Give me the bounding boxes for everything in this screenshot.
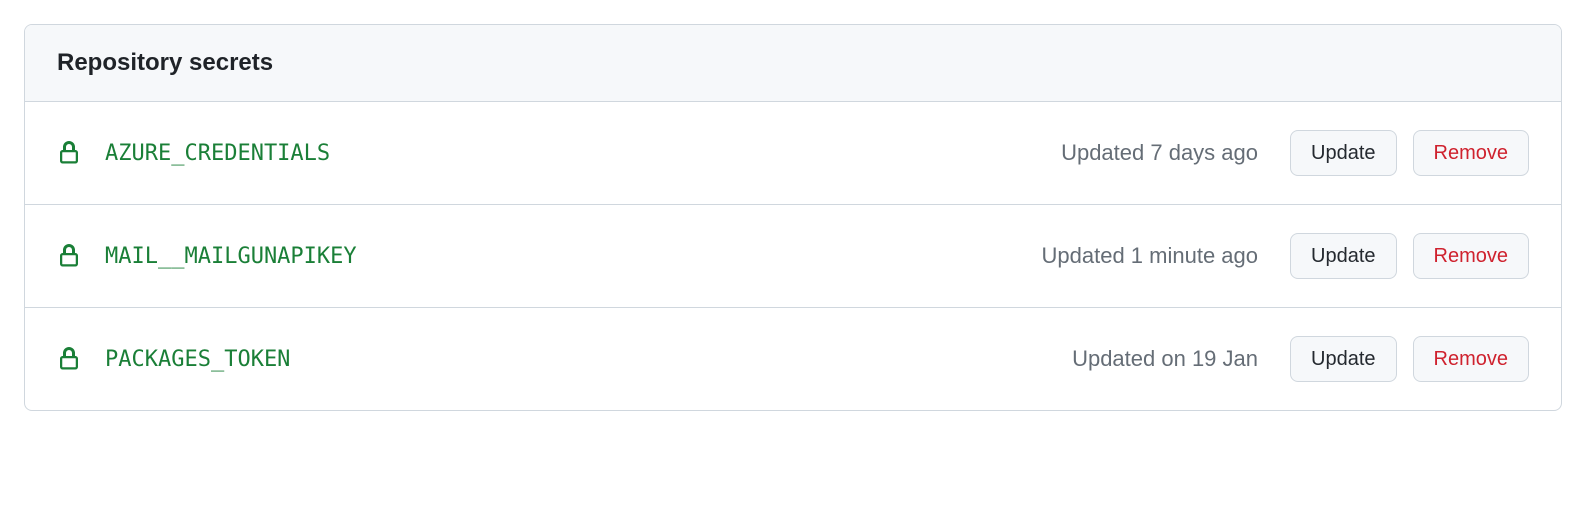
update-button[interactable]: Update bbox=[1290, 130, 1397, 176]
lock-icon bbox=[57, 242, 81, 270]
secret-updated: Updated 1 minute ago bbox=[1042, 243, 1259, 269]
remove-button[interactable]: Remove bbox=[1413, 233, 1529, 279]
update-button[interactable]: Update bbox=[1290, 233, 1397, 279]
secret-updated: Updated 7 days ago bbox=[1061, 140, 1258, 166]
remove-button[interactable]: Remove bbox=[1413, 130, 1529, 176]
lock-icon bbox=[57, 139, 81, 167]
secret-actions: Update Remove bbox=[1290, 336, 1529, 382]
lock-icon bbox=[57, 345, 81, 373]
remove-button[interactable]: Remove bbox=[1413, 336, 1529, 382]
secret-row: AZURE_CREDENTIALS Updated 7 days ago Upd… bbox=[25, 102, 1561, 205]
update-button[interactable]: Update bbox=[1290, 336, 1397, 382]
secret-row: MAIL__MAILGUNAPIKEY Updated 1 minute ago… bbox=[25, 205, 1561, 308]
secret-row: PACKAGES_TOKEN Updated on 19 Jan Update … bbox=[25, 308, 1561, 410]
secret-name: PACKAGES_TOKEN bbox=[105, 347, 1048, 372]
secret-name: AZURE_CREDENTIALS bbox=[105, 141, 1037, 166]
secret-actions: Update Remove bbox=[1290, 130, 1529, 176]
repository-secrets-panel: Repository secrets AZURE_CREDENTIALS Upd… bbox=[24, 24, 1562, 411]
secret-updated: Updated on 19 Jan bbox=[1072, 346, 1258, 372]
panel-title: Repository secrets bbox=[57, 49, 1529, 77]
secret-name: MAIL__MAILGUNAPIKEY bbox=[105, 244, 1018, 269]
secret-actions: Update Remove bbox=[1290, 233, 1529, 279]
panel-header: Repository secrets bbox=[25, 25, 1561, 102]
